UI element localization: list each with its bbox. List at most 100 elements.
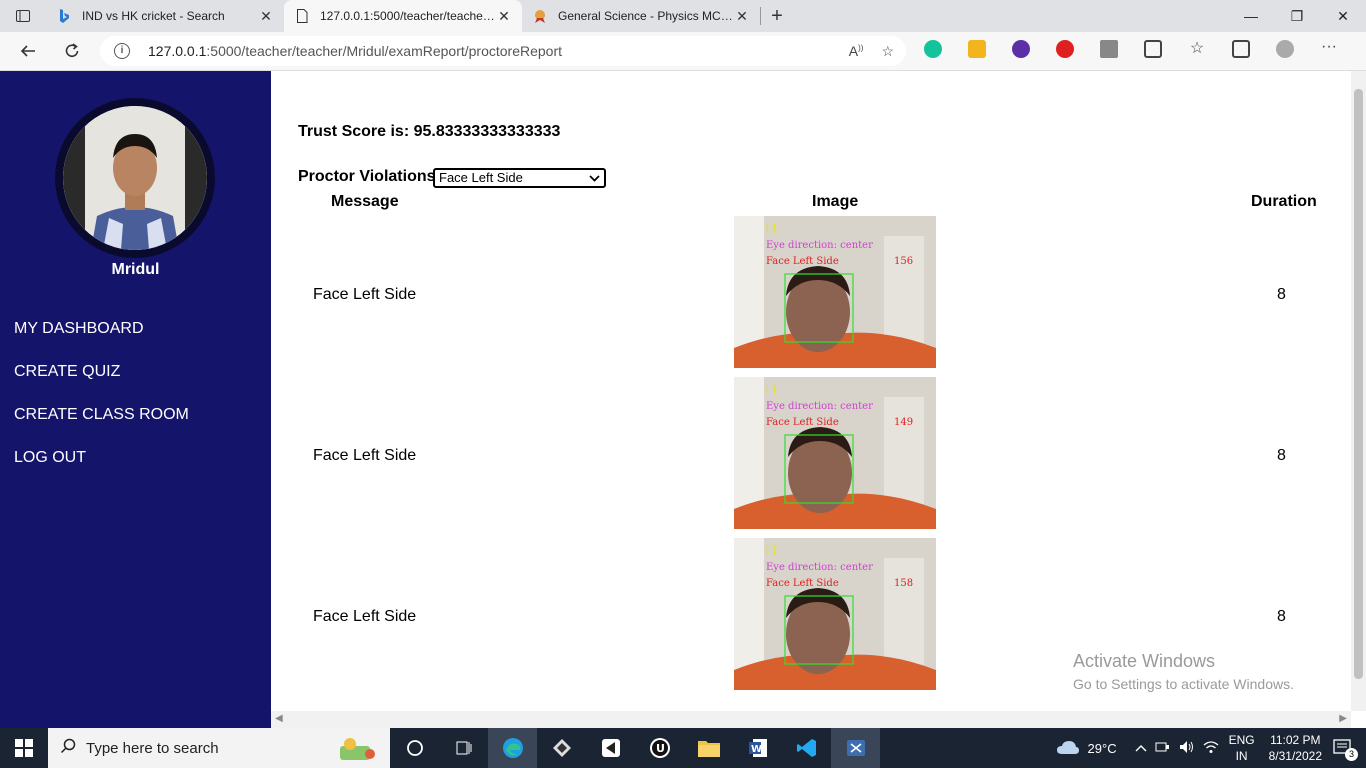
user-name: Mridul: [111, 261, 160, 278]
tab-title: IND vs HK cricket - Search: [82, 9, 225, 23]
tab-physics-mcqs[interactable]: General Science - Physics MCQs ✕: [522, 0, 760, 32]
add-favorite-star-icon[interactable]: ☆: [881, 43, 894, 60]
taskbar-search-placeholder: Type here to search: [86, 739, 219, 757]
close-tab-icon[interactable]: ✕: [258, 8, 274, 25]
svg-text:U: U: [656, 742, 665, 755]
favorites-icon[interactable]: ☆: [1188, 40, 1206, 58]
weather-cloud-icon[interactable]: [1056, 739, 1080, 758]
url-field[interactable]: i 127.0.0.1:5000/teacher/teacher/Mridul/…: [100, 36, 906, 66]
horizontal-scrollbar[interactable]: ◀ ▶: [271, 711, 1351, 728]
frame-eye-text: Eye direction: center: [766, 562, 873, 573]
back-arrow-icon[interactable]: [6, 32, 50, 71]
new-tab-button[interactable]: +: [761, 0, 793, 32]
image-extension-icon[interactable]: [968, 40, 986, 58]
network-icon[interactable]: [1155, 740, 1171, 757]
row-message: Face Left Side: [313, 608, 417, 625]
chevron-down-icon: [589, 170, 600, 191]
frame-number-text: 158: [894, 578, 913, 589]
scroll-left-arrow-icon[interactable]: ◀: [275, 713, 283, 724]
activate-windows-watermark: Activate Windows Go to Settings to activ…: [1073, 651, 1294, 692]
system-tray: 29°C ENG IN 11:02 PM 8/31/2022 3: [1056, 728, 1366, 768]
tab-proctor-report[interactable]: 127.0.0.1:5000/teacher/teacher/Mridul/ex…: [284, 0, 522, 32]
app-launcher-icon[interactable]: [537, 728, 586, 768]
language-top: ENG: [1228, 733, 1255, 747]
task-view-icon[interactable]: [439, 728, 488, 768]
wifi-icon[interactable]: [1203, 740, 1219, 757]
search-icon: [60, 738, 76, 758]
taskbar-search-input[interactable]: Type here to search: [48, 728, 390, 768]
watermark-subtitle: Go to Settings to activate Windows.: [1073, 676, 1294, 692]
sidebar-item-create-quiz[interactable]: CREATE QUIZ: [14, 362, 189, 405]
sidebar-item-create-class-room[interactable]: CREATE CLASS ROOM: [14, 405, 189, 448]
tab-actions-menu-icon[interactable]: [0, 0, 46, 32]
word-icon[interactable]: W: [733, 728, 782, 768]
frame-number-text: 156: [894, 256, 913, 267]
more-menu-icon[interactable]: ···: [1320, 39, 1338, 58]
windows-start-icon[interactable]: [0, 728, 48, 768]
tab-title: General Science - Physics MCQs: [558, 9, 734, 23]
main-content: Trust Score is: 95.83333333333333 Procto…: [271, 71, 1351, 711]
avatar-photo: [63, 106, 207, 250]
stats-extension-icon[interactable]: [1100, 40, 1118, 58]
clock-date: 8/31/2022: [1268, 749, 1322, 763]
refresh-icon[interactable]: [50, 32, 94, 71]
sidebar-item-log-out[interactable]: LOG OUT: [14, 448, 189, 491]
unity-hub-icon[interactable]: [586, 728, 635, 768]
vertical-scrollbar[interactable]: [1351, 71, 1366, 711]
row-duration: 8: [1277, 447, 1286, 464]
trust-score: Trust Score is: 95.83333333333333: [298, 123, 561, 140]
avatar: [55, 98, 215, 258]
column-header-duration: Duration: [1251, 193, 1317, 210]
address-toolbar: i 127.0.0.1:5000/teacher/teacher/Mridul/…: [0, 32, 1366, 71]
edge-browser-icon[interactable]: [488, 728, 537, 768]
volume-icon[interactable]: [1179, 740, 1195, 757]
read-aloud-icon[interactable]: A)): [849, 43, 864, 60]
clock[interactable]: 11:02 PM 8/31/2022: [1269, 732, 1322, 764]
url-host: 127.0.0.1: [148, 43, 207, 59]
tab-bing-search[interactable]: IND vs HK cricket - Search ✕: [46, 0, 284, 32]
svg-text:[ ]: [ ]: [766, 224, 776, 234]
frame-number-text: 149: [894, 417, 913, 428]
file-explorer-icon[interactable]: [684, 728, 733, 768]
extensions-puzzle-icon[interactable]: [1144, 40, 1162, 58]
violation-snapshot: [ ] Eye direction: center Face Left Side…: [734, 377, 936, 529]
download-extension-icon[interactable]: [1012, 40, 1030, 58]
row-message: Face Left Side: [313, 286, 417, 303]
search-highlight-icon: [336, 736, 378, 766]
sidebar-item-my-dashboard[interactable]: MY DASHBOARD: [14, 319, 189, 362]
vertical-scrollbar-thumb[interactable]: [1354, 89, 1363, 679]
chevron-up-icon[interactable]: [1135, 741, 1147, 756]
scroll-right-arrow-icon[interactable]: ▶: [1339, 713, 1347, 724]
svg-text:W: W: [751, 744, 762, 755]
watermark-title: Activate Windows: [1073, 651, 1216, 671]
quiz-site-icon: [532, 8, 548, 24]
cortana-icon[interactable]: [390, 728, 439, 768]
stop-extension-icon[interactable]: [1056, 40, 1074, 58]
bing-icon: [56, 8, 72, 24]
close-window-icon[interactable]: ✕: [1320, 0, 1366, 32]
profile-avatar-icon[interactable]: [1276, 40, 1294, 58]
snipping-tool-icon[interactable]: [831, 728, 880, 768]
clock-time: 11:02 PM: [1270, 733, 1321, 747]
violations-select[interactable]: Face Left Side: [433, 168, 606, 188]
unreal-engine-icon[interactable]: U: [635, 728, 684, 768]
svg-text:[ ]: [ ]: [766, 546, 776, 556]
weather-temperature[interactable]: 29°C: [1088, 741, 1117, 756]
site-info-icon[interactable]: i: [114, 43, 130, 59]
sidebar-nav: MY DASHBOARD CREATE QUIZ CREATE CLASS RO…: [14, 319, 189, 491]
violation-snapshot: [ ] Eye direction: center Face Left Side…: [734, 538, 936, 690]
collections-icon[interactable]: [1232, 40, 1250, 58]
restore-icon[interactable]: ❐: [1274, 0, 1320, 32]
grammarly-extension-icon[interactable]: [924, 40, 942, 58]
minimize-icon[interactable]: —: [1228, 0, 1274, 32]
close-tab-icon[interactable]: ✕: [734, 8, 750, 25]
language-indicator[interactable]: ENG IN: [1229, 732, 1255, 764]
row-duration: 8: [1277, 286, 1286, 303]
svg-text:[ ]: [ ]: [766, 385, 776, 395]
frame-eye-text: Eye direction: center: [766, 401, 873, 412]
close-tab-icon[interactable]: ✕: [496, 8, 512, 25]
row-duration: 8: [1277, 608, 1286, 625]
vscode-icon[interactable]: [782, 728, 831, 768]
notifications-icon[interactable]: 3: [1332, 738, 1358, 761]
windows-taskbar: Type here to search U W 29°C ENG IN 11:0…: [0, 728, 1366, 768]
